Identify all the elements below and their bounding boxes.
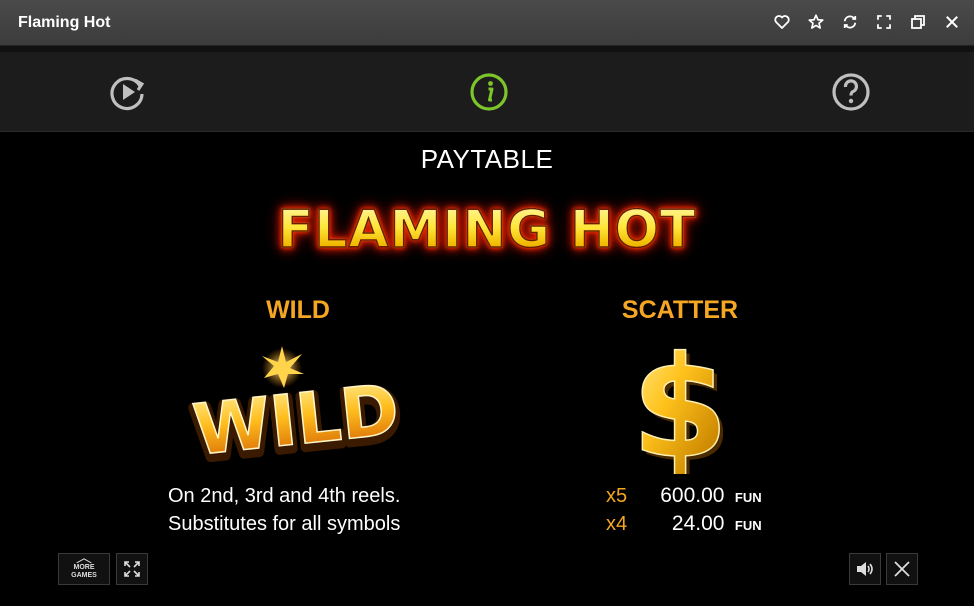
close-game-button[interactable] [886,553,918,585]
star-icon [808,14,824,29]
payout-multiplier: x4 [606,513,628,535]
paytable-heading: PAYTABLE [420,144,554,174]
wild-title: WILD [266,296,330,324]
window-controls [770,10,964,34]
close-icon [946,16,958,28]
wild-symbol: WILD WILD [186,346,406,468]
house-icon [76,558,92,563]
wild-description: On 2nd, 3rd and 4th reels. Substitutes f… [168,482,400,538]
help-button[interactable] [831,72,871,112]
info-button[interactable] [469,72,509,112]
scatter-symbol: $ $ [631,334,733,474]
fullscreen-icon [124,561,140,577]
payout-currency: FUN [734,490,762,505]
wild-description-line-1: On 2nd, 3rd and 4th reels. [168,485,401,507]
refresh-button[interactable] [838,10,862,34]
scatter-symbol-glyph: $ [631,334,728,474]
wild-symbol-text: WILD [189,368,402,468]
window-titlebar: Flaming Hot [0,0,974,46]
close-button[interactable] [940,10,964,34]
scatter-title: SCATTER [621,296,739,324]
payout-row: x5 600.00 FUN [606,482,762,510]
payout-row: x4 24.00 FUN [606,510,762,538]
payout-amount: 600.00 [660,484,725,507]
rate-button[interactable] [804,10,828,34]
favorite-button[interactable] [770,10,794,34]
sound-button[interactable] [849,553,881,585]
info-icon [470,73,508,111]
refresh-icon [843,15,857,29]
expand-icon [877,15,891,29]
game-logo-text: FLAMING HOT [277,199,697,261]
restore-button[interactable] [906,10,930,34]
payout-multiplier: x5 [606,485,628,507]
restore-icon [911,15,925,29]
window-title: Flaming Hot [18,14,111,31]
heart-icon [774,15,790,29]
game-toolbar [0,52,974,132]
payout-amount: 24.00 [671,512,725,535]
autoplay-icon [110,76,145,111]
maximize-button[interactable] [872,10,896,34]
speaker-icon [857,562,873,576]
scatter-payouts: x5 600.00 FUN x4 24.00 FUN [606,482,762,538]
close-icon [894,561,910,577]
help-icon [832,73,870,111]
fullscreen-button[interactable] [116,553,148,585]
more-games-label: MORE GAMES [71,558,97,580]
game-logo: FLAMING HOT [0,199,974,261]
autoplay-button[interactable] [107,72,147,112]
wild-description-line-2: Substitutes for all symbols [168,513,401,535]
more-games-button[interactable]: MORE GAMES [58,553,110,585]
payout-currency: FUN [734,518,762,533]
